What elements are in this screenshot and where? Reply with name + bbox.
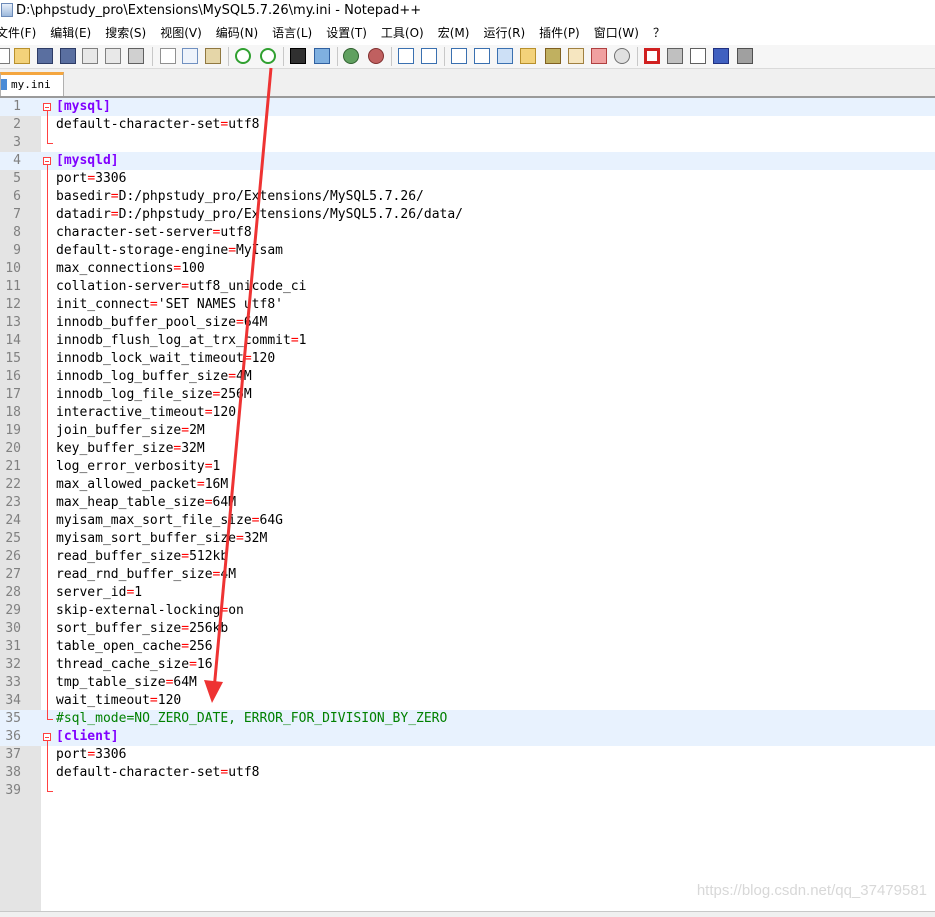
- annotation-arrow-head: [204, 680, 223, 703]
- annotation-arrow: [204, 67, 273, 703]
- annotation-arrow-shaft: [212, 67, 273, 691]
